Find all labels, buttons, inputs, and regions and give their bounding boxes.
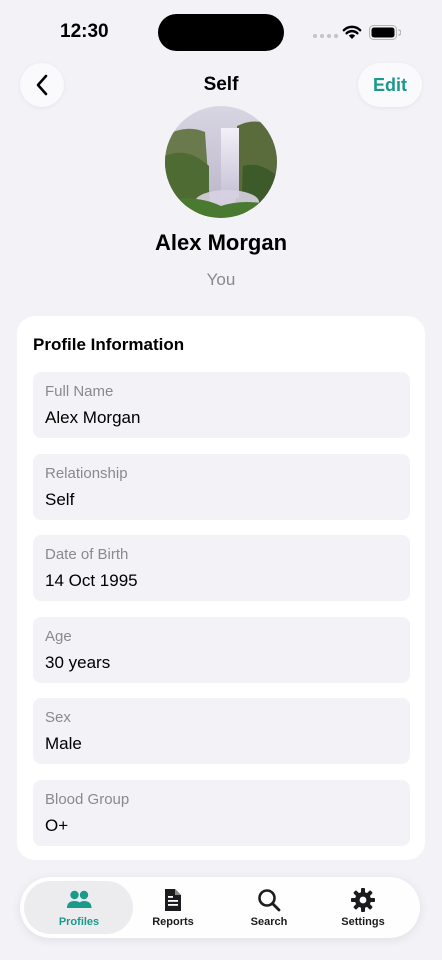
card-title: Profile Information: [33, 335, 185, 354]
gear-icon: [351, 888, 375, 912]
status-time: 12:30: [60, 21, 109, 42]
field-value: 30 years: [45, 653, 111, 672]
tab-profiles[interactable]: Profiles: [28, 877, 130, 938]
tab-label: Search: [250, 916, 288, 928]
field-label: Relationship: [45, 465, 128, 482]
field-label: Blood Group: [45, 791, 130, 808]
tab-label: Reports: [152, 916, 194, 928]
field-value: O+: [45, 816, 69, 835]
avatar: [165, 106, 277, 218]
tab-search[interactable]: Search: [224, 877, 314, 938]
edit-button[interactable]: Edit: [358, 63, 422, 107]
field-full-name: Full Name Alex Morgan: [33, 372, 410, 438]
tab-bar: Profiles Reports Search Settings: [20, 877, 420, 938]
field-age: Age 30 years: [33, 617, 410, 683]
field-label: Sex: [45, 709, 71, 726]
dynamic-island: [158, 14, 284, 51]
battery-icon: [369, 25, 401, 40]
people-icon: [67, 890, 92, 908]
status-bar: 12:30: [0, 0, 442, 64]
profile-name: Alex Morgan: [154, 230, 288, 255]
field-value: Alex Morgan: [45, 408, 141, 427]
tab-label: Profiles: [58, 916, 100, 928]
field-relationship: Relationship Self: [33, 454, 410, 520]
document-icon: [165, 889, 181, 911]
field-label: Age: [45, 628, 72, 645]
field-date-of-birth: Date of Birth 14 Oct 1995: [33, 535, 410, 601]
field-value: 14 Oct 1995: [45, 571, 138, 590]
cellular-signal-icon: [313, 34, 338, 38]
profile-relation: You: [206, 270, 236, 289]
wifi-icon: [342, 25, 362, 39]
field-label: Date of Birth: [45, 546, 129, 563]
field-value: Self: [45, 490, 75, 509]
field-blood-group: Blood Group O+: [33, 780, 410, 846]
tab-reports[interactable]: Reports: [130, 877, 216, 938]
search-icon: [258, 889, 281, 912]
tab-settings[interactable]: Settings: [318, 877, 408, 938]
field-sex: Sex Male: [33, 698, 410, 764]
profile-information-card: Profile Information Full Name Alex Morga…: [17, 316, 425, 860]
field-label: Full Name: [45, 383, 114, 400]
field-value: Male: [45, 734, 82, 753]
tab-label: Settings: [341, 916, 385, 928]
avatar-waterfall-image: [165, 106, 277, 218]
